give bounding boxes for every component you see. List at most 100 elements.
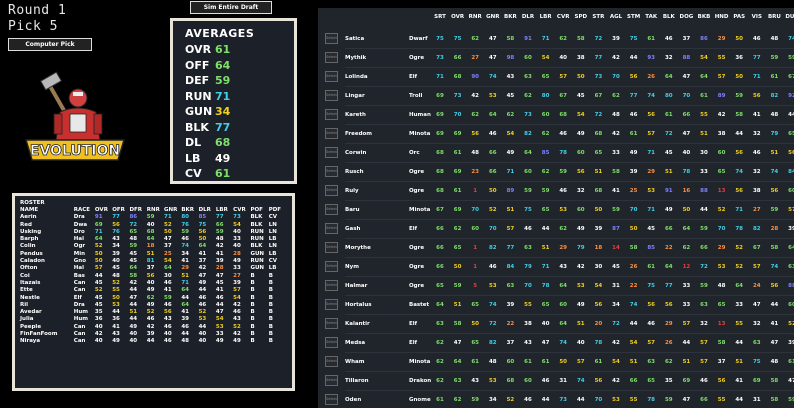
player-stat: 64: [788, 245, 794, 251]
computer-pick-button[interactable]: Computer Pick: [8, 38, 92, 51]
select-player-button[interactable]: Select: [325, 375, 338, 386]
select-player-button[interactable]: Select: [325, 185, 338, 196]
roster-cell: 37: [164, 243, 172, 250]
roster-cell: 39: [146, 331, 155, 338]
select-player-button[interactable]: Select: [325, 128, 338, 139]
column-header[interactable]: DUR: [782, 14, 794, 20]
player-race: Minota: [409, 359, 431, 365]
roster-cell: 40: [94, 323, 103, 330]
player-name: Wham: [345, 359, 365, 365]
select-player-button[interactable]: Select: [325, 33, 338, 44]
roster-cell: 50: [94, 250, 103, 257]
roster-cell: 56: [198, 228, 207, 235]
sim-entire-draft-button[interactable]: Sim Entire Draft: [190, 1, 272, 14]
player-row: Select Lolinda Elf 71 68 90 74 43 63 65 57 50 73 70 56…: [318, 68, 794, 87]
select-player-button[interactable]: Select: [325, 261, 338, 272]
roster-cell: GUN: [250, 250, 265, 257]
roster-cell: 48: [112, 272, 120, 279]
roster-cell: 41: [181, 309, 189, 316]
roster-cell: Elf: [73, 294, 82, 301]
roster-cell: 41: [215, 250, 224, 257]
roster-cell: 50: [112, 294, 120, 301]
roster-cell: B: [250, 294, 255, 301]
player-race: Gnome: [409, 397, 431, 403]
roster-cell: 44: [215, 301, 224, 308]
roster-cell: 42: [146, 323, 155, 330]
select-player-button[interactable]: Select: [325, 52, 338, 63]
average-value: 64: [215, 58, 231, 72]
roster-row: Peeple Can 40 41 49 42 46 46 44 53 52 B B: [20, 324, 287, 331]
roster-cell: 51: [146, 250, 155, 257]
roster-cell: 52: [198, 309, 207, 316]
average-label: OFF: [185, 58, 210, 72]
player-row: Select Morythe Ogre 66 65 1 82 77 63 51 29 79 18 14 58…: [318, 239, 794, 258]
roster-cell: 40: [94, 338, 103, 345]
roster-cell: B: [250, 331, 255, 338]
select-player-button[interactable]: Select: [325, 166, 338, 177]
roster-cell: 71: [181, 279, 189, 286]
player-stat: 74: [788, 36, 794, 42]
player-race: Human: [409, 112, 431, 118]
player-name: Mythik: [345, 55, 367, 61]
roster-cell: LB: [268, 265, 277, 272]
average-value: 68: [215, 136, 231, 150]
roster-cell: 66: [215, 221, 224, 228]
player-stat: 60: [788, 302, 794, 308]
roster-cell: B: [268, 301, 273, 308]
roster-cell: 64: [164, 265, 172, 272]
roster-cell: RUN: [250, 236, 264, 243]
roster-cell: Julia: [20, 316, 34, 323]
select-player-button[interactable]: Select: [325, 280, 338, 291]
roster-cell: 40: [146, 279, 155, 286]
select-player-button[interactable]: Select: [325, 356, 338, 367]
player-stat: 84: [788, 169, 794, 175]
select-player-button[interactable]: Select: [325, 242, 338, 253]
roster-cell: 41: [164, 287, 172, 294]
average-value: 61: [215, 43, 231, 57]
roster-row: Red Dwa 69 56 72 40 52 76 75 66 54 BLK LN: [20, 222, 287, 229]
select-player-button[interactable]: Select: [325, 109, 338, 120]
average-label: DEF: [185, 74, 210, 88]
select-player-button[interactable]: Select: [325, 71, 338, 82]
select-player-button[interactable]: Select: [325, 299, 338, 310]
select-player-button[interactable]: Select: [325, 204, 338, 215]
select-player-button[interactable]: Select: [325, 394, 338, 405]
roster-cell: 40: [146, 221, 155, 228]
roster-cell: 73: [233, 214, 241, 221]
roster-row: FinFanFoom Can 42 43 40 39 40 44 40 33 42 B B: [20, 331, 287, 338]
roster-title: ROSTER: [20, 200, 45, 206]
select-player-button[interactable]: Select: [325, 337, 338, 348]
player-race: Ogre: [409, 264, 425, 270]
select-player-button[interactable]: Select: [325, 147, 338, 158]
average-value: 34: [215, 105, 231, 119]
average-row: CV 61: [185, 166, 282, 182]
roster-cell: 52: [233, 323, 241, 330]
roster-cell: 49: [146, 301, 155, 308]
roster-cell: 58: [129, 272, 138, 279]
select-player-button[interactable]: Select: [325, 318, 338, 329]
player-race: Elf: [409, 74, 418, 80]
roster-cell: 45: [112, 265, 120, 272]
roster-cell: 55: [112, 287, 120, 294]
roster-cell: 46: [164, 338, 172, 345]
select-player-button[interactable]: Select: [325, 223, 338, 234]
roster-row: Niraya Can 40 49 40 44 46 48 40 49 49 B B: [20, 338, 287, 345]
player-race: Elf: [409, 321, 418, 327]
roster-header-cell: PDF: [268, 207, 282, 213]
roster-cell: B: [268, 323, 273, 330]
player-stat: 60: [788, 188, 794, 194]
draft-player-list: SRT OVR RNR GNR BKR DLR LBR CVR SPD STR AGL STM TAK B…: [318, 8, 794, 408]
roster-cell: 46: [233, 309, 241, 316]
roster-header-cell: OVR: [94, 207, 108, 213]
player-row: Select Medsa Elf 62 47 65 82 37 43 47 74 40 78 42 54 57…: [318, 334, 794, 353]
roster-cell: 45: [129, 250, 138, 257]
player-stat: 63: [788, 264, 794, 270]
roster-cell: B: [250, 301, 255, 308]
roster-cell: 46: [146, 316, 155, 323]
select-player-button[interactable]: Select: [325, 90, 338, 101]
roster-cell: 40: [112, 258, 120, 265]
player-race: Dwarf: [409, 36, 428, 42]
roster-cell: 41: [112, 323, 120, 330]
roster-cell: 49: [129, 323, 138, 330]
roster-cell: 64: [129, 265, 138, 272]
